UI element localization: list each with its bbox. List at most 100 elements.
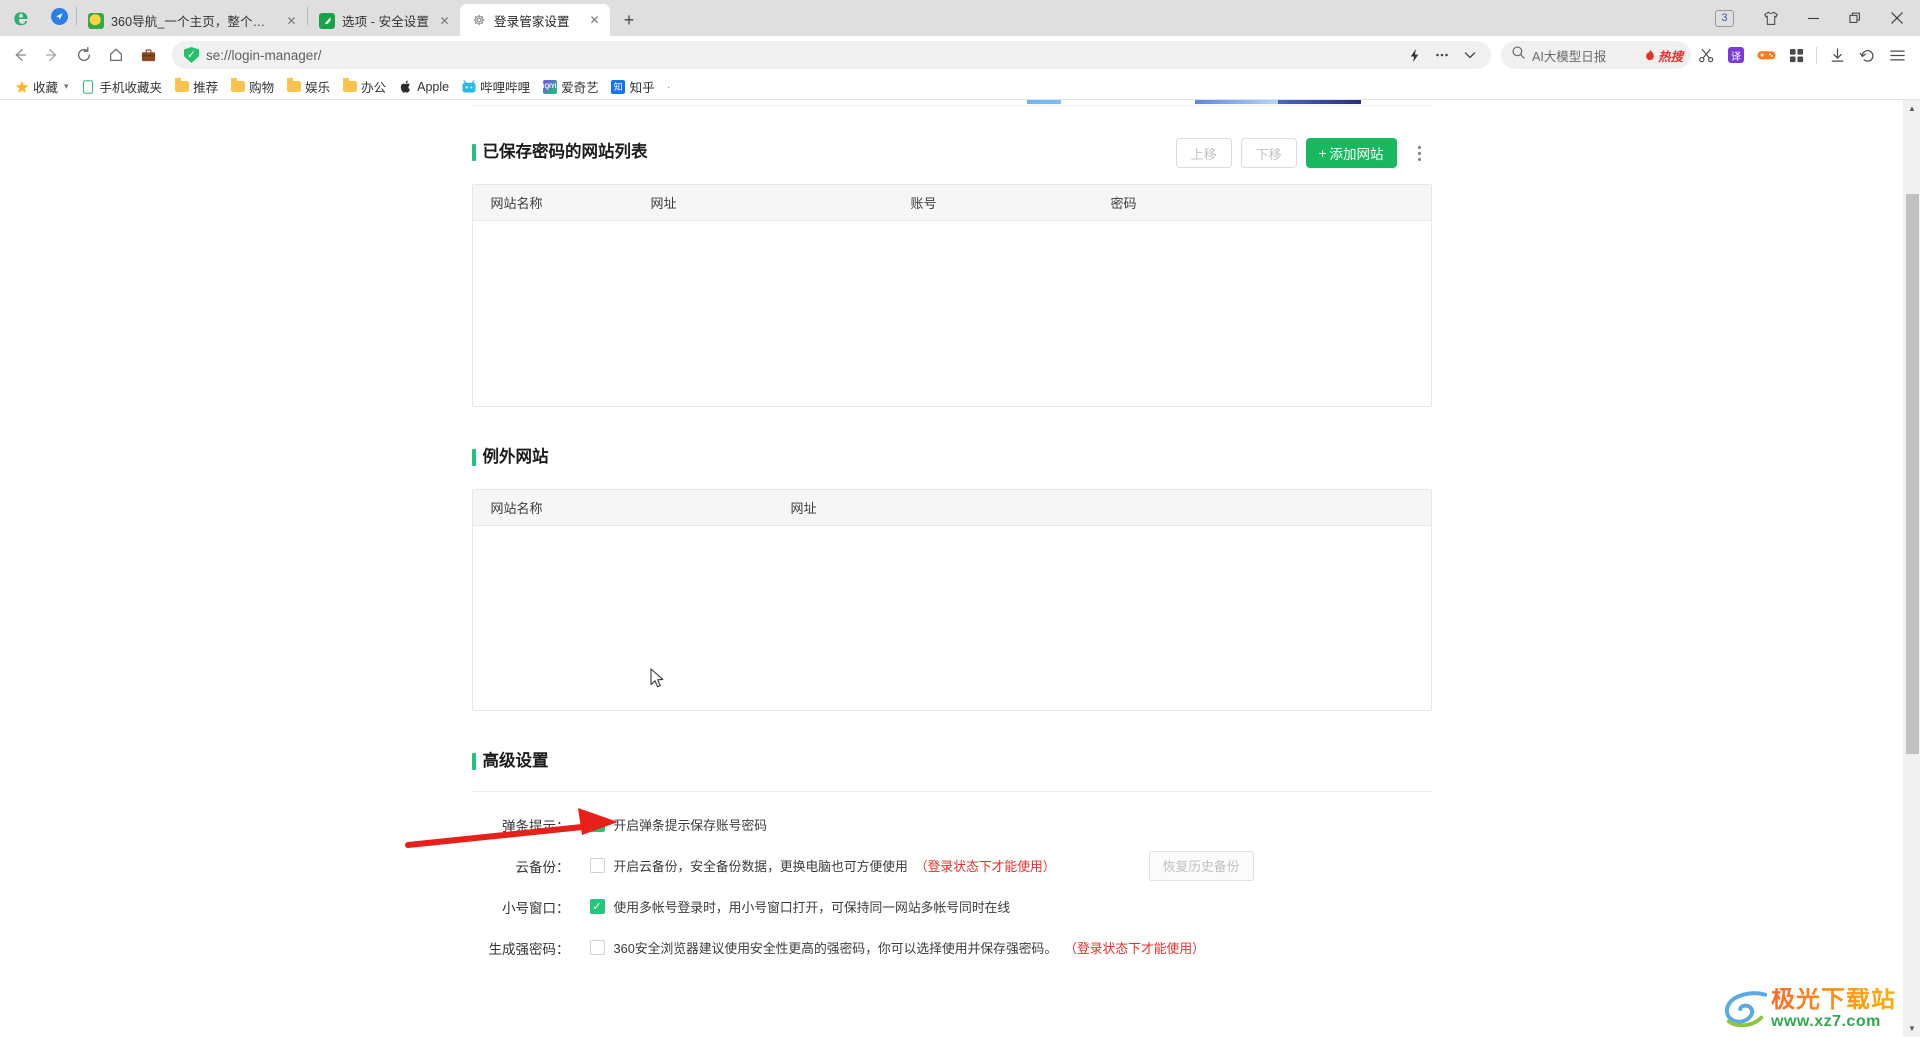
translate-badge: 译 bbox=[1728, 47, 1744, 63]
reload-button[interactable] bbox=[68, 40, 100, 70]
add-site-button[interactable]: + 添加网站 bbox=[1305, 138, 1397, 168]
bookmark-iqiyi[interactable]: iQIYI 爱奇艺 bbox=[536, 76, 605, 98]
folder-icon bbox=[342, 78, 357, 94]
section-title: 高级设置 bbox=[471, 752, 549, 772]
bookmark-zhihu[interactable]: 知 知乎 bbox=[605, 76, 661, 98]
360-icon bbox=[88, 12, 104, 29]
more-vertical-icon[interactable] bbox=[1408, 138, 1432, 168]
advanced-settings-section: 高级设置 弹条提示： ✓ 开启弹条提示保存账号密码 云备份： 开启云备份，安全备… bbox=[471, 745, 1432, 964]
history-icon[interactable] bbox=[1852, 40, 1882, 70]
section-title: 例外网站 bbox=[471, 448, 549, 468]
folder-icon bbox=[174, 78, 189, 94]
browser-logo-icon: e bbox=[13, 1, 29, 31]
bookmark-mobile-folder[interactable]: 手机收藏夹 bbox=[75, 76, 169, 98]
omnibox-actions bbox=[1401, 42, 1483, 68]
bookmark-label: 爱奇艺 bbox=[561, 81, 599, 95]
chevron-down-icon[interactable] bbox=[1457, 42, 1483, 68]
bookmark-bilibili[interactable]: 哔哩哔哩 bbox=[455, 76, 536, 98]
more-dots-icon[interactable] bbox=[1429, 42, 1455, 68]
forward-button[interactable] bbox=[36, 40, 68, 70]
bookmark-favorites[interactable]: 收藏 ▾ bbox=[8, 76, 75, 98]
briefcase-icon[interactable] bbox=[132, 40, 164, 70]
page-scrollbar[interactable]: ▲ ▼ bbox=[1903, 100, 1920, 1037]
window-controls: 3 bbox=[1715, 0, 1920, 36]
translate-icon[interactable]: 译 bbox=[1721, 40, 1751, 70]
skin-icon[interactable] bbox=[1752, 0, 1790, 36]
bookmark-label: 知乎 bbox=[629, 81, 655, 95]
zhihu-icon: 知 bbox=[611, 79, 626, 94]
home-button[interactable] bbox=[100, 40, 132, 70]
game-icon[interactable] bbox=[1751, 40, 1781, 70]
setting-text: 使用多帐号登录时，用小号窗口打开，可保持同一网站多帐号同时在线 bbox=[613, 900, 1011, 915]
table-header-row: 网站名称 网址 bbox=[472, 490, 1431, 526]
move-down-button[interactable]: 下移 bbox=[1240, 138, 1297, 168]
bookmark-label: 手机收藏夹 bbox=[99, 81, 163, 95]
maximize-button[interactable] bbox=[1834, 0, 1876, 36]
scissors-icon[interactable] bbox=[1691, 40, 1721, 70]
address-bar[interactable]: ✓ se://login-manager/ bbox=[172, 41, 1491, 69]
apps-grid-icon[interactable] bbox=[1781, 40, 1811, 70]
bookmark-folder-recommend[interactable]: 推荐 bbox=[168, 76, 224, 98]
mini-window-checkbox[interactable]: ✓ bbox=[589, 899, 605, 914]
bookmark-folder-entertainment[interactable]: 娱乐 bbox=[280, 76, 336, 98]
nav-compass-button[interactable] bbox=[42, 0, 76, 36]
folder-icon bbox=[286, 78, 301, 94]
tab-360-nav[interactable]: 360导航_一个主页，整个世界 ✕ bbox=[77, 5, 307, 36]
settings-content: 已保存密码的网站列表 上移 下移 + 添加网站 网站名称 网址 账号 密码 例外… bbox=[471, 100, 1432, 964]
page-viewport: 已保存密码的网站列表 上移 下移 + 添加网站 网站名称 网址 账号 密码 例外… bbox=[0, 100, 1920, 1037]
strong-password-checkbox[interactable] bbox=[589, 940, 605, 955]
add-site-label: 添加网站 bbox=[1329, 147, 1384, 162]
bookmark-overflow[interactable]: · bbox=[661, 76, 677, 98]
setting-text: 开启云备份，安全备份数据，更换电脑也可方便使用 bbox=[613, 859, 908, 874]
exception-sites-section: 例外网站 网站名称 网址 bbox=[471, 441, 1432, 711]
restore-backup-button[interactable]: 恢复历史备份 bbox=[1148, 850, 1254, 881]
tab-close-icon[interactable]: ✕ bbox=[585, 11, 604, 30]
tab-label: 登录管家设置 bbox=[494, 14, 570, 29]
section-title: 已保存密码的网站列表 bbox=[471, 143, 648, 163]
chevron-down-icon[interactable]: ▾ bbox=[64, 81, 69, 92]
setting-label: 弹条提示： bbox=[502, 818, 570, 834]
lightning-icon[interactable] bbox=[1401, 42, 1427, 68]
bookmark-folder-office[interactable]: 办公 bbox=[336, 76, 392, 98]
table-header-row: 网站名称 网址 账号 密码 bbox=[472, 185, 1431, 221]
new-tab-button[interactable]: + bbox=[614, 5, 644, 35]
hot-search-badge[interactable]: 热搜 bbox=[1644, 46, 1683, 65]
minimize-button[interactable] bbox=[1792, 0, 1834, 36]
tab-close-icon[interactable]: ✕ bbox=[282, 11, 301, 30]
setting-note: （登录状态下才能使用） bbox=[914, 859, 1056, 874]
back-button[interactable] bbox=[4, 40, 36, 70]
bookmark-label: Apple bbox=[417, 79, 450, 94]
scroll-up-arrow[interactable]: ▲ bbox=[1904, 100, 1920, 117]
cloud-backup-checkbox[interactable] bbox=[589, 858, 605, 873]
bookmark-apple[interactable]: Apple bbox=[392, 76, 455, 98]
scroll-down-arrow[interactable]: ▼ bbox=[1904, 1020, 1920, 1037]
close-button[interactable] bbox=[1876, 0, 1918, 36]
setting-row-mini-window: 小号窗口： ✓ 使用多帐号登录时，用小号窗口打开，可保持同一网站多帐号同时在线 bbox=[472, 890, 1432, 923]
download-icon[interactable] bbox=[1822, 40, 1852, 70]
search-input[interactable]: AI大模型日报 热搜 bbox=[1501, 41, 1691, 69]
clipped-bar bbox=[1277, 100, 1361, 104]
exception-sites-header: 例外网站 bbox=[471, 441, 1432, 475]
menu-icon[interactable] bbox=[1882, 40, 1912, 70]
tab-options-security[interactable]: 选项 - 安全设置 ✕ bbox=[308, 5, 460, 36]
move-up-button[interactable]: 上移 bbox=[1175, 138, 1232, 168]
url-text: se://login-manager/ bbox=[206, 47, 322, 63]
tab-close-icon[interactable]: ✕ bbox=[435, 11, 454, 30]
setting-row-popup-prompt: 弹条提示： ✓ 开启弹条提示保存账号密码 bbox=[472, 808, 1432, 841]
column-account: 账号 bbox=[910, 196, 937, 211]
bilibili-icon bbox=[461, 79, 476, 94]
column-site-name: 网站名称 bbox=[490, 501, 543, 516]
compass-icon bbox=[50, 7, 68, 25]
saved-passwords-header: 已保存密码的网站列表 上移 下移 + 添加网站 bbox=[471, 136, 1432, 170]
tab-login-manager-settings[interactable]: ☸ 登录管家设置 ✕ bbox=[460, 4, 611, 36]
setting-row-cloud-backup: 云备份： 开启云备份，安全备份数据，更换电脑也可方便使用 （登录状态下才能使用）… bbox=[472, 849, 1432, 882]
scrollbar-thumb[interactable] bbox=[1906, 194, 1919, 754]
iqiyi-icon: iQIYI bbox=[542, 79, 557, 94]
column-password: 密码 bbox=[1110, 196, 1137, 211]
bookmark-folder-shopping[interactable]: 购物 bbox=[224, 76, 280, 98]
popup-prompt-checkbox[interactable]: ✓ bbox=[589, 817, 605, 832]
settings-icon bbox=[319, 12, 335, 29]
column-site-name: 网站名称 bbox=[490, 196, 543, 211]
tab-count-badge[interactable]: 3 bbox=[1715, 9, 1734, 27]
tab-label: 360导航_一个主页，整个世界 bbox=[111, 15, 276, 29]
